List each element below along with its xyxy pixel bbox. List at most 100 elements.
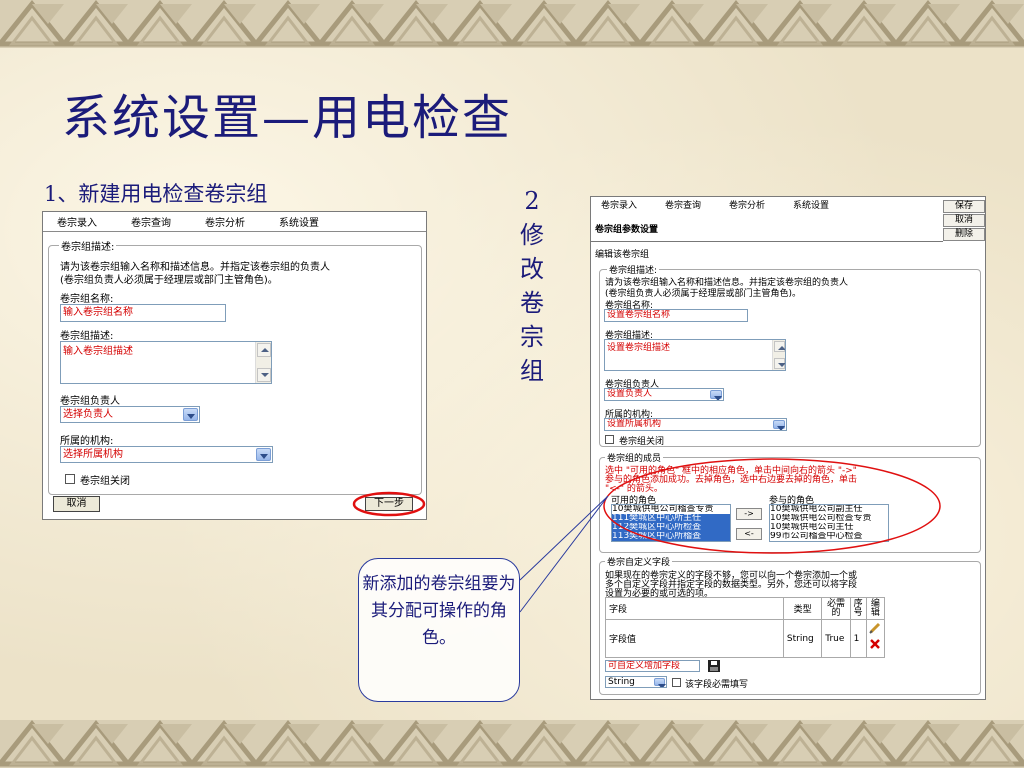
list-item[interactable]: 10樊城供电公司主任 <box>770 523 888 532</box>
new-folder-group-window: 卷宗录入 卷宗查询 卷宗分析 系统设置 卷宗组描述: 请为该卷宗组输入名称和描述… <box>42 211 427 520</box>
table-cell: 1 <box>849 619 867 658</box>
chevron-down-icon[interactable] <box>256 448 271 461</box>
step-two-heading: 2 修 改 卷 宗 组 <box>512 184 552 388</box>
bottom-decorative-border <box>0 720 1024 768</box>
custom-fields-legend: 卷宗自定义字段 <box>605 555 673 568</box>
close-folder-group-label: 卷宗组关闭 <box>619 437 665 447</box>
chevron-down-icon[interactable] <box>773 420 785 430</box>
menu-system-settings[interactable]: 系统设置 <box>279 214 319 229</box>
list-item[interactable]: 10樊城供电公司检查专责 <box>770 514 888 523</box>
menu-folder-query[interactable]: 卷宗查询 <box>131 214 171 229</box>
header-divider <box>591 241 943 242</box>
table-header: 必需的 <box>821 597 851 620</box>
delete-button[interactable]: 删除 <box>943 228 985 241</box>
description-textarea[interactable]: 设置卷宗组描述 <box>604 339 786 371</box>
chevron-down-icon[interactable] <box>183 408 198 421</box>
organization-select[interactable]: 设置所属机构 <box>604 418 787 431</box>
next-step-button[interactable]: 下一步 <box>365 497 413 511</box>
instructions-text: (卷宗组负责人必须属于经理层或部门主管角色)。 <box>60 275 278 286</box>
description-text: 输入卷宗组描述 <box>63 346 133 357</box>
scroll-down-icon[interactable] <box>774 358 785 369</box>
chevron-down-icon[interactable] <box>654 678 666 687</box>
scroll-up-icon[interactable] <box>774 341 785 352</box>
fieldset-legend: 卷宗组描述: <box>59 238 117 253</box>
cancel-button[interactable]: 取消 <box>943 214 985 227</box>
menu-bar: 卷宗录入 卷宗查询 卷宗分析 系统设置 <box>591 197 985 211</box>
step-two-char: 修 <box>520 221 544 249</box>
table-header: 字段 <box>605 597 784 620</box>
list-item[interactable]: 10樊城供电公司副主任 <box>770 505 888 514</box>
close-folder-group-label: 卷宗组关闭 <box>80 476 130 487</box>
organization-selected-value: 设置所属机构 <box>607 419 662 429</box>
slide-title: 系统设置—用电检查 <box>62 90 513 146</box>
pencil-icon[interactable] <box>869 622 880 634</box>
required-field-label: 该字段必需填写 <box>685 680 749 690</box>
parameters-header: 卷宗组参数设置 <box>595 225 659 235</box>
owner-selected-value: 选择负责人 <box>63 409 113 420</box>
table-header: 序号 <box>849 597 867 620</box>
organization-label: 所属的机构: <box>60 436 114 447</box>
owner-select[interactable]: 设置负责人 <box>604 388 724 401</box>
custom-fields-table: 字段 类型 必需的 序号 编辑 字段值 String True 1 <box>605 597 886 658</box>
table-header: 类型 <box>782 597 823 620</box>
delete-x-icon[interactable] <box>869 639 880 649</box>
available-roles-listbox[interactable]: 10樊城供电公司稽查专责 111樊城区中心所主任 112樊城区中心所检查 113… <box>611 504 731 542</box>
add-role-button[interactable]: -> <box>736 508 762 520</box>
menu-folder-entry[interactable]: 卷宗录入 <box>57 214 97 229</box>
name-input[interactable]: 输入卷宗组名称 <box>60 304 226 322</box>
list-item[interactable]: 111樊城区中心所主任 <box>612 514 730 523</box>
organization-select[interactable]: 选择所属机构 <box>60 446 273 463</box>
close-folder-group-checkbox[interactable] <box>605 435 614 444</box>
name-input[interactable]: 设置卷宗组名称 <box>604 309 748 322</box>
field-type-select[interactable]: String <box>605 676 667 688</box>
table-cell: String <box>782 619 823 658</box>
scroll-down-icon[interactable] <box>257 368 271 382</box>
step-two-char: 改 <box>520 255 544 283</box>
textarea-scrollbar[interactable] <box>255 342 271 383</box>
list-item[interactable]: 10樊城供电公司稽查专责 <box>612 505 730 514</box>
list-item[interactable]: 99市公司稽查中心检查 <box>770 532 888 541</box>
save-button[interactable]: 保存 <box>943 200 985 213</box>
field-type-selected-value: String <box>608 677 635 687</box>
menu-bar: 卷宗录入 卷宗查询 卷宗分析 系统设置 <box>43 212 426 232</box>
close-folder-group-checkbox[interactable] <box>65 474 75 484</box>
organization-selected-value: 选择所属机构 <box>63 449 123 460</box>
add-custom-field-input[interactable]: 可自定义增加字段 <box>605 660 700 672</box>
table-header: 编辑 <box>865 597 886 620</box>
menu-folder-analysis[interactable]: 卷宗分析 <box>729 198 765 211</box>
list-item[interactable]: 112樊城区中心所检查 <box>612 523 730 532</box>
owner-selected-value: 设置负责人 <box>607 389 653 399</box>
table-row: 字段值 String True 1 <box>605 619 886 658</box>
menu-folder-entry[interactable]: 卷宗录入 <box>601 198 637 211</box>
edit-actions-icons <box>869 622 880 649</box>
name-label: 卷宗组名称: <box>60 294 114 305</box>
textarea-scrollbar[interactable] <box>772 340 785 370</box>
step-two-char: 2 <box>524 187 540 215</box>
save-disk-icon[interactable] <box>708 660 720 672</box>
list-item[interactable]: 113樊城区中心所稽查 <box>612 532 730 541</box>
step-two-char: 卷 <box>520 289 544 317</box>
scroll-up-icon[interactable] <box>257 343 271 357</box>
remove-role-button[interactable]: <- <box>736 528 762 540</box>
step-two-char: 组 <box>520 357 544 385</box>
participating-roles-listbox[interactable]: 10樊城供电公司副主任 10樊城供电公司检查专责 10樊城供电公司主任 99市公… <box>769 504 889 542</box>
required-field-checkbox[interactable] <box>672 678 681 687</box>
owner-select[interactable]: 选择负责人 <box>60 406 200 423</box>
table-cell: True <box>821 619 851 658</box>
menu-system-settings[interactable]: 系统设置 <box>793 198 829 211</box>
table-edit-cell <box>865 619 886 658</box>
chevron-down-icon[interactable] <box>710 390 722 400</box>
owner-label: 卷宗组负责人 <box>60 396 120 407</box>
step-one-heading: 1、新建用电检查卷宗组 <box>44 182 268 206</box>
cancel-button[interactable]: 取消 <box>53 496 100 512</box>
menu-folder-analysis[interactable]: 卷宗分析 <box>205 214 245 229</box>
table-cell: 字段值 <box>605 619 784 658</box>
description-text: 设置卷宗组描述 <box>607 343 671 353</box>
table-header-row: 字段 类型 必需的 序号 编辑 <box>605 597 886 620</box>
edit-group-label: 编辑该卷宗组 <box>595 250 650 260</box>
edit-folder-group-window: 卷宗录入 卷宗查询 卷宗分析 系统设置 保存 取消 删除 卷宗组参数设置 编辑该… <box>590 196 986 700</box>
step-two-char: 宗 <box>520 323 544 351</box>
menu-folder-query[interactable]: 卷宗查询 <box>665 198 701 211</box>
description-label: 卷宗组描述: <box>60 331 114 342</box>
description-textarea[interactable]: 输入卷宗组描述 <box>60 341 272 384</box>
